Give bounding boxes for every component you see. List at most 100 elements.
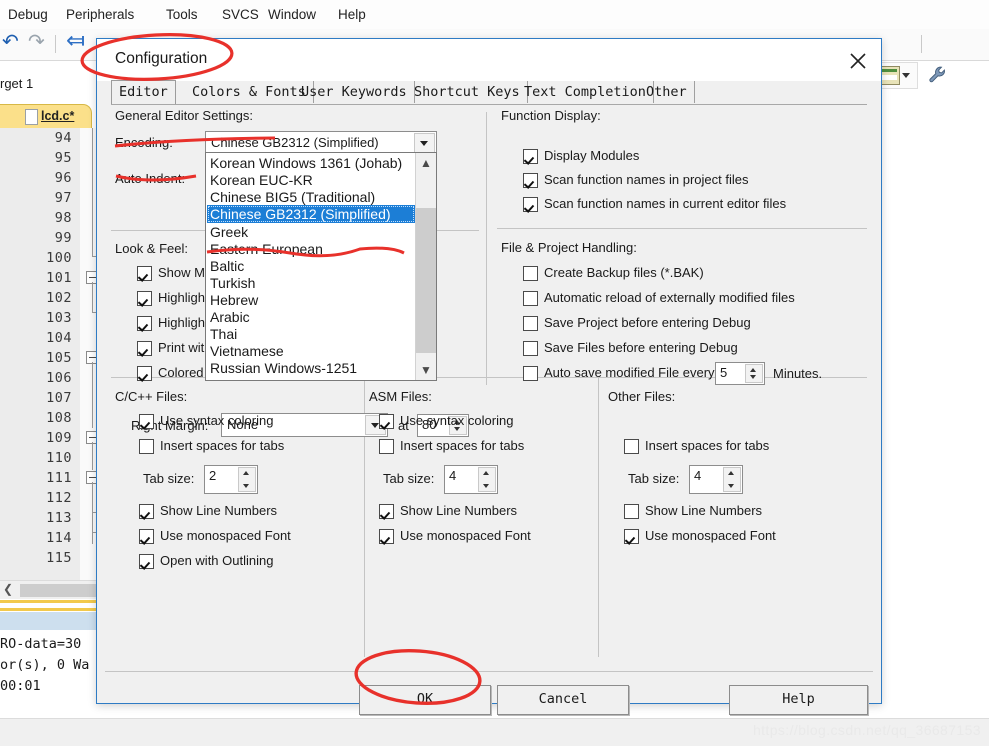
tab-user-keywords[interactable]: User Keywords <box>294 81 415 103</box>
file-tab-lcd-c[interactable]: lcd.c* <box>0 104 92 129</box>
encoding-option[interactable]: Chinese BIG5 (Traditional) <box>207 188 375 206</box>
cancel-button[interactable]: Cancel <box>497 685 629 715</box>
wrench-icon[interactable] <box>928 65 948 85</box>
scroll-left-icon[interactable]: ❮ <box>3 582 13 596</box>
other-files-heading: Other Files: <box>608 389 676 404</box>
checkbox-box[interactable] <box>523 197 538 212</box>
spinner-buttons[interactable] <box>723 467 741 492</box>
editor-horizontal-scrollbar[interactable]: ❮ <box>0 580 106 599</box>
chevron-down-icon[interactable] <box>414 133 435 153</box>
menu-item-svcs[interactable]: SVCS <box>222 7 259 22</box>
checkbox-label: Auto save modified File every <box>544 365 715 380</box>
scrollbar-thumb[interactable] <box>20 584 106 597</box>
menu-item-peripherals[interactable]: Peripherals <box>66 7 134 22</box>
spinner-buttons[interactable] <box>478 467 496 492</box>
checkbox-label: Colored <box>158 365 204 380</box>
encoding-label: Encoding: <box>115 135 173 150</box>
checkbox-box[interactable] <box>137 291 152 306</box>
encoding-option[interactable]: Greek <box>207 223 248 241</box>
checkbox-box[interactable] <box>139 439 154 454</box>
tab-text-completion[interactable]: Text Completion <box>517 81 654 103</box>
scroll-up-icon[interactable]: ▲ <box>416 153 436 173</box>
encoding-option-selected[interactable]: Chinese GB2312 (Simplified) <box>207 205 415 223</box>
dialog-title: Configuration <box>115 50 208 67</box>
encoding-option[interactable]: Vietnamese <box>207 342 284 360</box>
checkbox-label: Use syntax coloring <box>400 413 514 428</box>
toolbar-separator-2 <box>921 35 922 53</box>
help-button[interactable]: Help <box>729 685 868 715</box>
encoding-option[interactable]: Korean Windows 1361 (Johab) <box>207 154 402 172</box>
chevron-down-icon[interactable] <box>902 73 910 78</box>
books-icon[interactable] <box>879 66 900 85</box>
checkbox-label: Show Line Numbers <box>645 503 763 518</box>
checkbox-label: Use monospaced Font <box>400 528 531 543</box>
scroll-down-icon[interactable]: ▼ <box>416 360 436 380</box>
asm-files-heading: ASM Files: <box>369 389 432 404</box>
checkbox-box[interactable] <box>139 414 154 429</box>
asm-tab-size-value: 4 <box>449 468 457 483</box>
encoding-dropdown-list[interactable]: Korean Windows 1361 (Johab) Korean EUC-K… <box>205 152 437 381</box>
close-icon[interactable] <box>849 52 867 70</box>
tab-shortcut-keys[interactable]: Shortcut Keys <box>407 81 528 103</box>
checkbox-box[interactable] <box>624 439 639 454</box>
checkbox-box[interactable] <box>137 341 152 356</box>
asm-tab-size-spinner[interactable]: 4 <box>444 465 498 494</box>
auto-save-minutes-spinner[interactable]: 5 <box>715 362 765 385</box>
checkbox-box[interactable] <box>379 414 394 429</box>
other-tab-size-spinner[interactable]: 4 <box>689 465 743 494</box>
encoding-option[interactable]: Thai <box>207 325 237 343</box>
checkbox-label: Show Line Numbers <box>400 503 518 518</box>
checkbox-label: Show M <box>158 265 205 280</box>
checkbox-box[interactable] <box>523 291 538 306</box>
checkbox-box[interactable] <box>523 266 538 281</box>
toolbar-separator <box>55 35 56 53</box>
checkbox-box[interactable] <box>137 316 152 331</box>
tab-editor[interactable]: Editor <box>111 80 176 105</box>
checkbox-box[interactable] <box>624 529 639 544</box>
checkbox-box[interactable] <box>379 529 394 544</box>
encoding-option[interactable]: Russian Windows-1251 <box>207 359 357 377</box>
checkbox-box[interactable] <box>139 504 154 519</box>
spinner-buttons[interactable] <box>745 364 763 383</box>
checkbox-box[interactable] <box>137 366 152 381</box>
editor-pane: 94 95 96 97 98 99 100 101 102 103 104 10… <box>0 128 107 580</box>
encoding-option[interactable]: Turkish <box>207 274 255 292</box>
checkbox-label: Use monospaced Font <box>645 528 776 543</box>
checkbox-box[interactable] <box>139 554 154 569</box>
back-arrow-icon[interactable]: ⤆ <box>66 29 85 52</box>
checkbox-box[interactable] <box>523 316 538 331</box>
encoding-option[interactable]: Korean EUC-KR <box>207 171 313 189</box>
checkbox-box[interactable] <box>624 504 639 519</box>
line-number: 104 <box>46 330 72 346</box>
checkbox-box[interactable] <box>139 529 154 544</box>
tab-other[interactable]: Other <box>639 81 695 103</box>
undo-arrow-icon[interactable]: ↶ <box>2 32 19 52</box>
encoding-option[interactable]: Arabic <box>207 308 250 326</box>
menu-item-tools[interactable]: Tools <box>166 7 198 22</box>
checkbox-box[interactable] <box>523 173 538 188</box>
checkbox-label: Open with Outlining <box>160 553 274 568</box>
menu-item-help[interactable]: Help <box>338 7 366 22</box>
checkbox-box[interactable] <box>379 439 394 454</box>
scrollbar-thumb[interactable] <box>416 208 436 353</box>
checkbox-box[interactable] <box>137 266 152 281</box>
checkbox-box[interactable] <box>523 149 538 164</box>
checkbox-box[interactable] <box>379 504 394 519</box>
line-number: 111 <box>46 470 72 486</box>
screen: Debug Peripherals Tools SVCS Window Help… <box>0 0 989 746</box>
menu-item-debug[interactable]: Debug <box>8 7 48 22</box>
dropdown-scrollbar[interactable]: ▲ ▼ <box>415 153 436 380</box>
close-button[interactable] <box>835 39 881 81</box>
encoding-option[interactable]: Baltic <box>207 257 244 275</box>
menu-item-window[interactable]: Window <box>268 7 316 22</box>
checkbox-label: Scan function names in current editor fi… <box>544 196 787 211</box>
checkbox-box[interactable] <box>523 366 538 381</box>
ok-button[interactable]: OK <box>359 685 491 715</box>
checkbox-box[interactable] <box>523 341 538 356</box>
encoding-option[interactable]: Hebrew <box>207 291 258 309</box>
spinner-buttons[interactable] <box>238 467 256 492</box>
c-tab-size-spinner[interactable]: 2 <box>204 465 258 494</box>
redo-arrow-icon[interactable]: ↷ <box>28 32 45 52</box>
checkbox-label: Scan function names in project files <box>544 172 749 187</box>
encoding-option[interactable]: Eastern European <box>207 240 323 258</box>
